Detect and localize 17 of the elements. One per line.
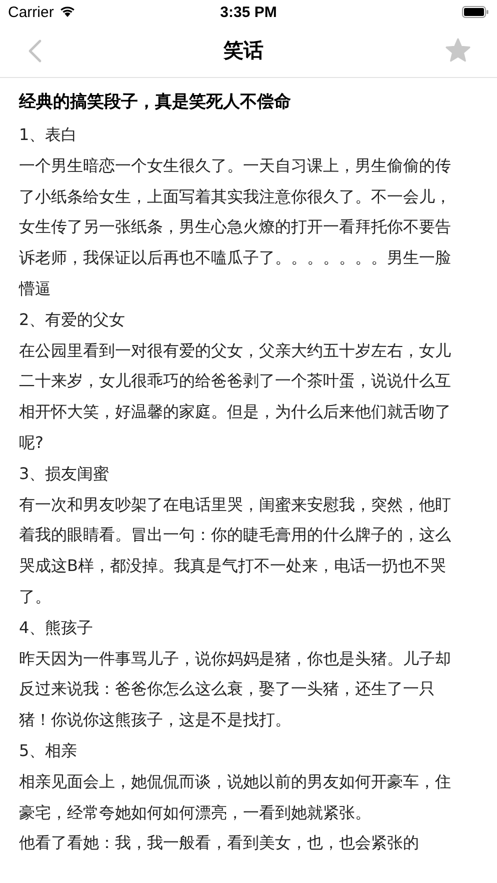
- section-title: 1、表白: [19, 124, 78, 146]
- paragraph: 他看了看她：我，我一般看，看到美女，也，也会紧张的: [19, 832, 420, 854]
- nav-title: 笑话: [224, 37, 264, 64]
- wifi-icon: [58, 5, 76, 17]
- status-time: 3:35 PM: [220, 4, 277, 20]
- section-title: 4、熊孩子: [19, 616, 94, 639]
- paragraph: 相亲见面会上，她侃侃而谈，说她以前的男友如何开豪车，住豪宅，经常夸她如何如何漂亮，一看到她就紧张。: [19, 770, 452, 824]
- section-title: 5、相亲: [19, 740, 78, 762]
- paragraph: 在公园里看到一对很有爱的父女，父亲大约五十岁左右，女儿二十来岁，女儿很乖巧的给爸爸剥了一个茶叶蛋，说说什么互相开怀大笑，好温馨的家庭。但是，为什么后来他们就舌吻了呢?: [19, 340, 452, 454]
- carrier-name: Carrier: [8, 4, 54, 20]
- paragraph: 一个男生暗恋一个女生很久了。一天自习课上，男生偷偷的传了小纸条给女生，上面写着其实我注意你很久了。不一会儿，女生传了另一张纸条，男生心急火燎的打开一看拜托你不要告诉老师，我保证以后再也不嗑瓜子了。。。。。。。男生一脸懵逼: [19, 154, 452, 300]
- section-title: 2、有爱的父女: [19, 308, 126, 331]
- paragraph: 昨天因为一件事骂儿子，说你妈妈是猪，你也是头猪。儿子却反过来说我：爸爸你怎么这么衰，娶了一头猪，还生了一只猪！你说你这熊孩子，这是不是找打。: [19, 648, 452, 732]
- battery-icon: [462, 6, 489, 18]
- paragraph: 有一次和男友吵架了在电话里哭，闺蜜来安慰我，突然，他盯着我的眼睛看。冒出一句：你的睫毛膏用的什么牌子的，这么哭成这B样，都没掉。我真是气打不一处来，电话一扔也不哭了。: [19, 494, 452, 608]
- section-title: 3、损友闺蜜: [19, 462, 110, 485]
- article-heading: 经典的搞笑段子，真是笑死人不偿命: [19, 91, 292, 114]
